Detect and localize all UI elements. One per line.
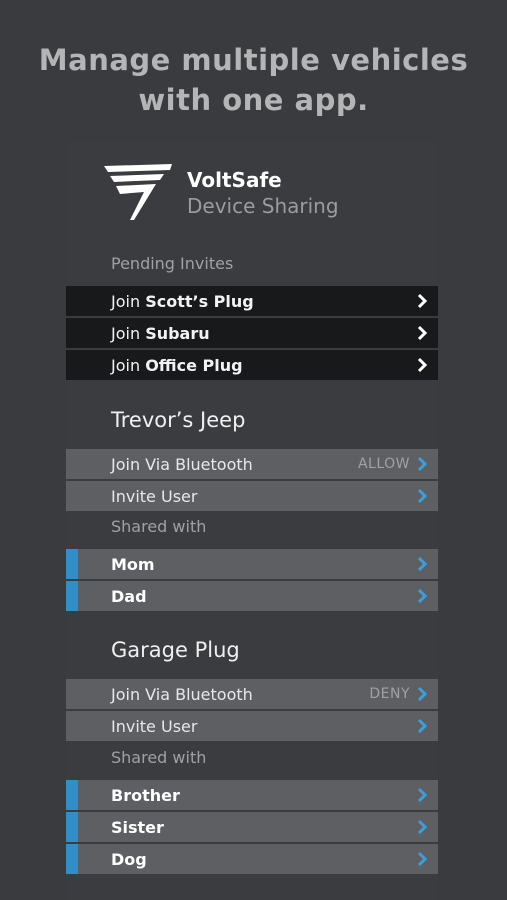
chevron-right-icon (417, 588, 428, 604)
invite-name: Scott’s Plug (145, 291, 254, 311)
invite-prefix: Join (111, 291, 141, 311)
pending-invites-label: Pending Invites (111, 254, 234, 273)
headline: Manage multiple vehicles with one app. (38, 43, 469, 117)
chevron-right-icon (417, 357, 428, 373)
voltsafe-logo-icon (104, 164, 172, 220)
join-via-bluetooth-row[interactable]: Join Via Bluetooth DENY (66, 679, 438, 709)
shared-user-row[interactable]: Dog (66, 844, 438, 874)
brand-subtitle: Device Sharing (187, 194, 339, 218)
join-via-bluetooth-label: Join Via Bluetooth (111, 684, 253, 704)
device-title: Garage Plug (111, 638, 240, 662)
device-title: Trevor’s Jeep (111, 408, 246, 432)
shared-user-row[interactable]: Dad (66, 581, 438, 611)
bluetooth-state: ALLOW (357, 456, 410, 472)
brand-name: VoltSafe (187, 168, 282, 192)
chevron-right-icon (417, 488, 428, 504)
invite-user-label: Invite User (111, 716, 198, 736)
invite-prefix: Join (111, 355, 141, 375)
shared-user-name: Dad (111, 586, 147, 606)
pending-invite-row[interactable]: Join Scott’s Plug (66, 286, 438, 316)
chevron-right-icon (417, 819, 428, 835)
invite-user-row[interactable]: Invite User (66, 711, 438, 741)
pending-invite-row[interactable]: Join Subaru (66, 318, 438, 348)
shared-user-name: Brother (111, 785, 180, 805)
bluetooth-state: DENY (369, 686, 410, 702)
invite-name: Subaru (145, 323, 210, 343)
shared-user-name: Dog (111, 849, 147, 869)
shared-user-row[interactable]: Mom (66, 549, 438, 579)
invite-user-row[interactable]: Invite User (66, 481, 438, 511)
shared-user-name: Mom (111, 554, 155, 574)
chevron-right-icon (417, 787, 428, 803)
invite-name: Office Plug (145, 355, 243, 375)
join-via-bluetooth-label: Join Via Bluetooth (111, 454, 253, 474)
chevron-right-icon (417, 718, 428, 734)
shared-user-row[interactable]: Brother (66, 780, 438, 810)
chevron-right-icon (417, 686, 428, 702)
chevron-right-icon (417, 293, 428, 309)
invite-prefix: Join (111, 323, 141, 343)
chevron-right-icon (417, 851, 428, 867)
shared-user-name: Sister (111, 817, 164, 837)
app-screen: VoltSafe Device Sharing Pending Invites … (66, 140, 438, 900)
invite-user-label: Invite User (111, 486, 198, 506)
pending-invite-row[interactable]: Join Office Plug (66, 350, 438, 380)
shared-with-label: Shared with (111, 748, 207, 767)
join-via-bluetooth-row[interactable]: Join Via Bluetooth ALLOW (66, 449, 438, 479)
shared-with-label: Shared with (111, 517, 207, 536)
chevron-right-icon (417, 556, 428, 572)
chevron-right-icon (417, 456, 428, 472)
chevron-right-icon (417, 325, 428, 341)
shared-user-row[interactable]: Sister (66, 812, 438, 842)
